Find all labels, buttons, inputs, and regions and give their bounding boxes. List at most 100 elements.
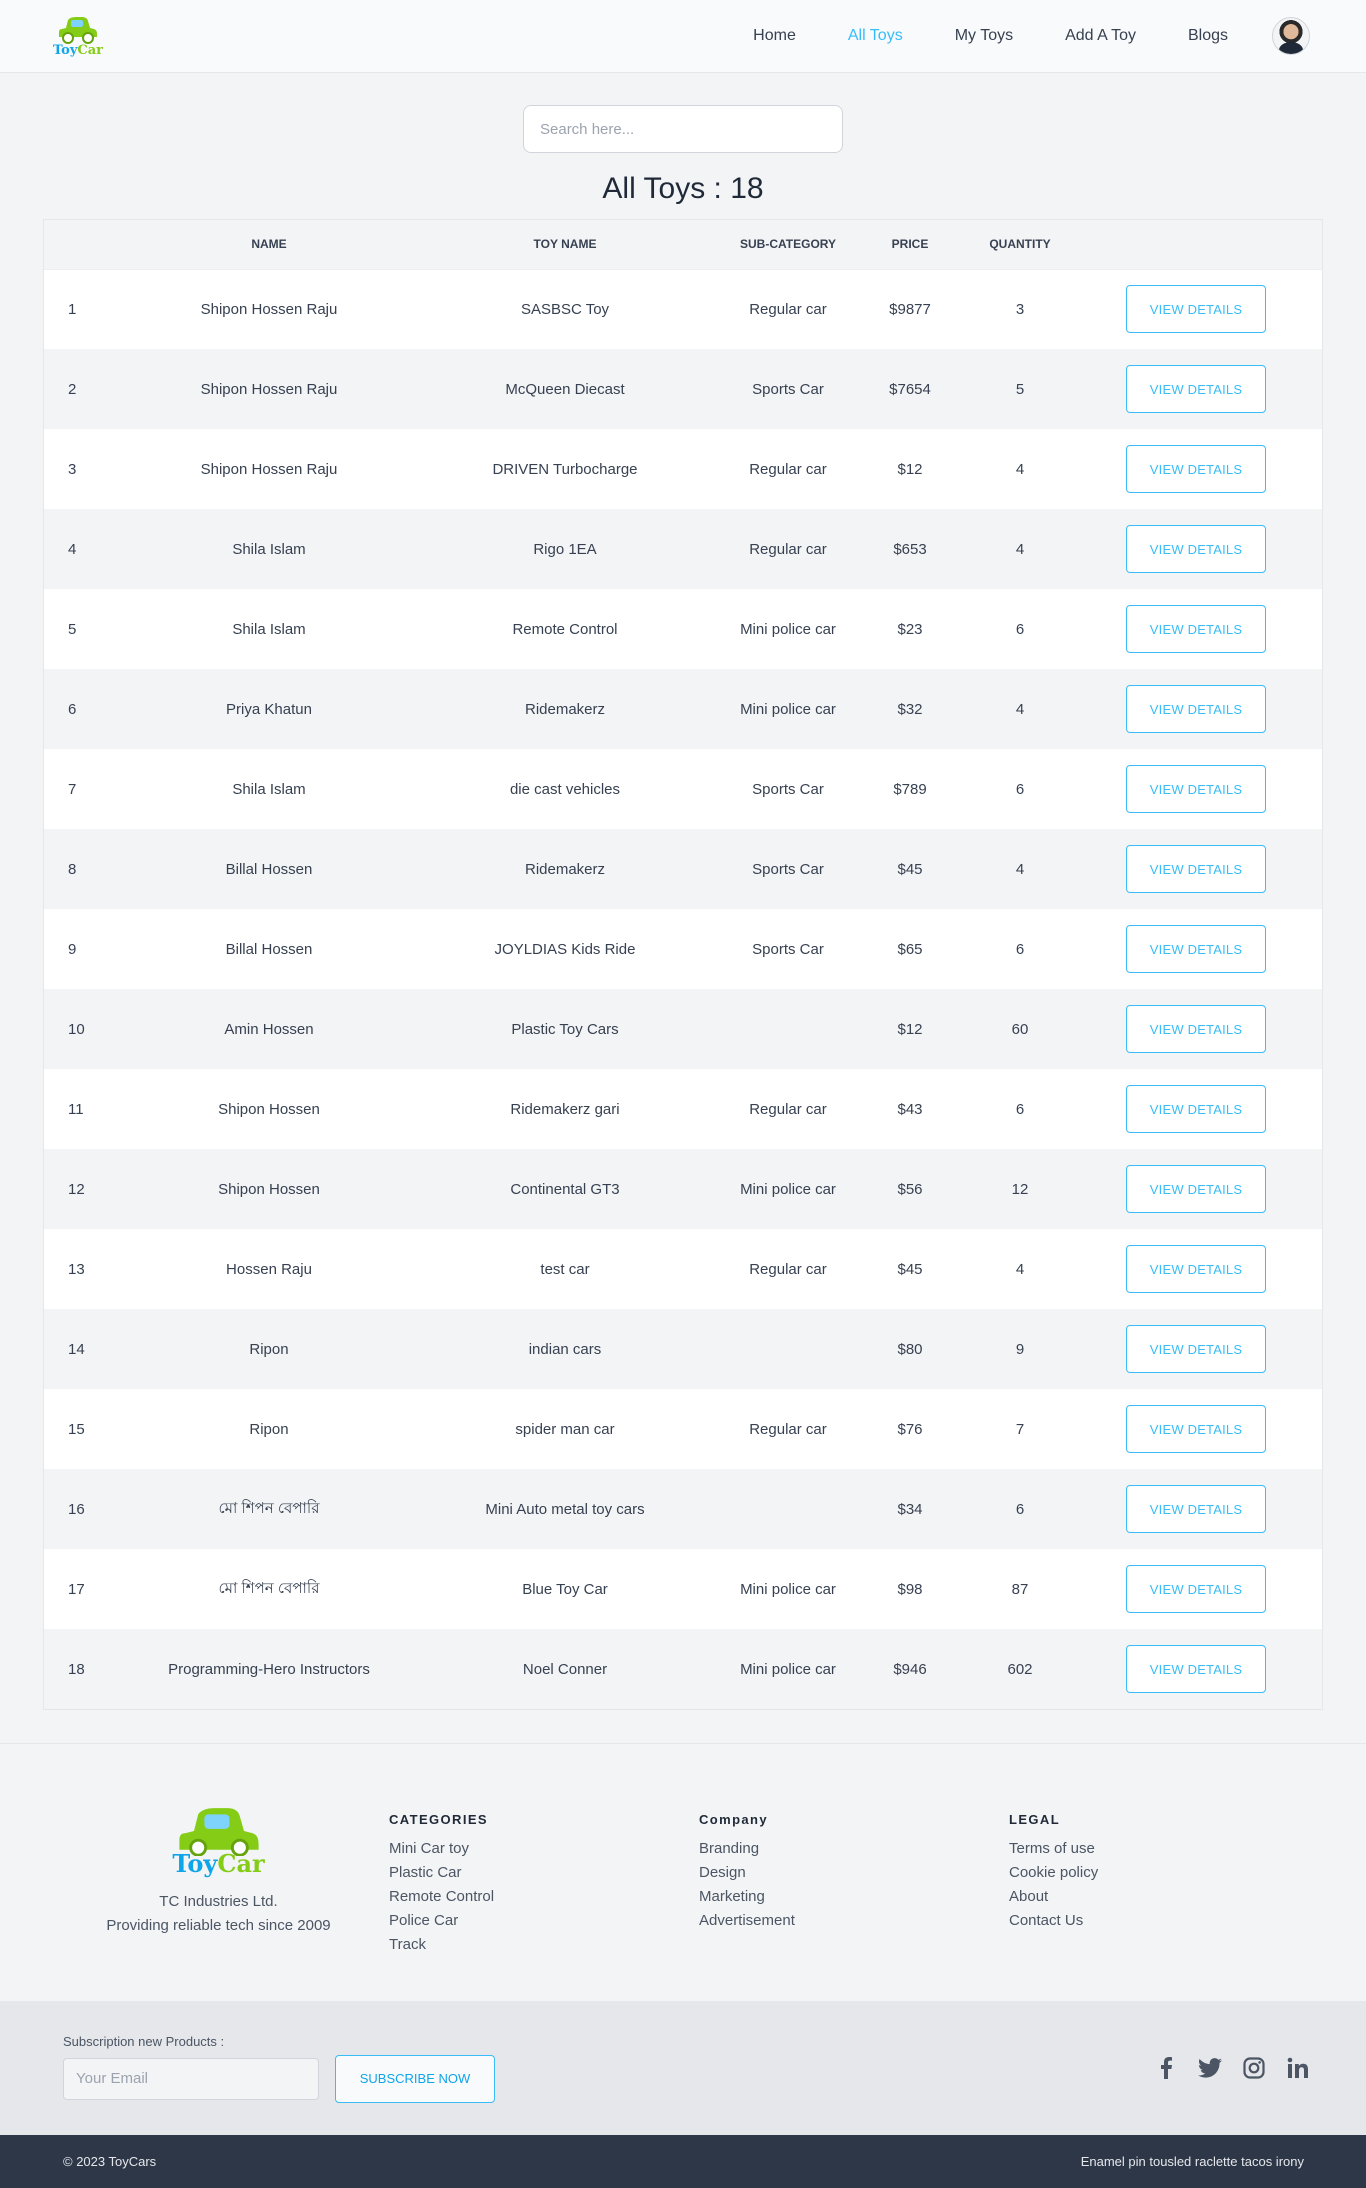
action-cell: VIEW DETAILS <box>1070 589 1322 669</box>
price: $12 <box>897 1020 923 1038</box>
linkedin-icon[interactable] <box>1286 2056 1310 2080</box>
price: $76 <box>897 1420 923 1438</box>
nav-my-toys[interactable]: My Toys <box>955 27 1013 45</box>
table-header: Name Toy Name Sub-Category Price Quantit… <box>44 220 1322 270</box>
view-details-button[interactable]: VIEW DETAILS <box>1126 1165 1266 1213</box>
quantity: 6 <box>1015 1500 1025 1518</box>
action-cell: VIEW DETAILS <box>1070 909 1322 989</box>
nav-all-toys[interactable]: All Toys <box>848 27 903 45</box>
price: $98 <box>897 1580 923 1598</box>
price: $32 <box>897 700 923 718</box>
footer-link[interactable]: Contact Us <box>1009 1909 1319 1933</box>
price: $45 <box>897 860 923 878</box>
nav-links: Home All Toys My Toys Add A Toy Blogs <box>701 17 1310 55</box>
sub-category: Mini police car <box>740 1660 836 1678</box>
footer-logo-text: ToyCar <box>172 1849 265 1878</box>
footer-link[interactable]: Cookie policy <box>1009 1861 1319 1885</box>
logo[interactable]: ToyCar <box>50 16 106 57</box>
row-index: 8 <box>68 860 77 878</box>
view-details-button[interactable]: VIEW DETAILS <box>1126 1325 1266 1373</box>
toy-name: test car <box>540 1260 590 1278</box>
subscribe-label: Subscription new Products : <box>63 2033 225 2049</box>
footer-link[interactable]: Advertisement <box>699 1909 1009 1933</box>
view-details-button[interactable]: VIEW DETAILS <box>1126 445 1266 493</box>
view-details-button[interactable]: VIEW DETAILS <box>1126 525 1266 573</box>
view-details-button[interactable]: VIEW DETAILS <box>1126 1005 1266 1053</box>
toy-name: Ridemakerz <box>524 700 606 718</box>
table-row: 16 মো শিপন বেপারি Mini Auto metal toy cars… <box>44 1469 1322 1549</box>
view-details-button[interactable]: VIEW DETAILS <box>1126 285 1266 334</box>
seller-name: Shipon Hossen <box>218 1180 320 1198</box>
quantity: 4 <box>1015 460 1025 478</box>
user-avatar[interactable] <box>1272 17 1310 55</box>
twitter-icon[interactable] <box>1198 2056 1222 2080</box>
nav-blogs[interactable]: Blogs <box>1188 27 1228 45</box>
view-details-button[interactable]: VIEW DETAILS <box>1126 845 1266 893</box>
footer-link[interactable]: Remote Control <box>389 1885 699 1909</box>
seller-name: Shipon Hossen Raju <box>200 300 338 318</box>
nav-add-a-toy[interactable]: Add A Toy <box>1065 27 1136 45</box>
quantity: 4 <box>1015 1260 1025 1278</box>
footer-link[interactable]: Mini Car toy <box>389 1837 699 1861</box>
row-index: 12 <box>68 1180 85 1198</box>
footer-link[interactable]: Marketing <box>699 1885 1009 1909</box>
action-cell: VIEW DETAILS <box>1070 989 1322 1069</box>
view-details-button[interactable]: VIEW DETAILS <box>1126 1085 1266 1133</box>
instagram-icon[interactable] <box>1242 2056 1266 2080</box>
view-details-button[interactable]: VIEW DETAILS <box>1126 765 1266 813</box>
company-name: TC Industries Ltd. <box>159 1893 278 1910</box>
view-details-button[interactable]: VIEW DETAILS <box>1126 365 1266 413</box>
row-index: 3 <box>68 460 77 478</box>
seller-name: Ripon <box>249 1420 289 1438</box>
footer-link[interactable]: Branding <box>699 1837 1009 1861</box>
sub-category: Regular car <box>749 1100 827 1118</box>
quantity: 602 <box>1007 1660 1033 1678</box>
table-row: 8 Billal Hossen Ridemakerz Sports Car $45 4 VI… <box>44 829 1322 909</box>
price: $65 <box>897 940 923 958</box>
search-input[interactable] <box>523 105 843 153</box>
sub-category: Regular car <box>749 300 827 318</box>
view-details-button[interactable]: VIEW DETAILS <box>1126 1645 1266 1693</box>
action-cell: VIEW DETAILS <box>1070 1309 1322 1389</box>
footer-link[interactable]: Design <box>699 1861 1009 1885</box>
view-details-button[interactable]: VIEW DETAILS <box>1126 1565 1266 1613</box>
view-details-button[interactable]: VIEW DETAILS <box>1126 1485 1266 1533</box>
company-tagline: Providing reliable tech since 2009 <box>106 1917 331 1934</box>
sub-category: Mini police car <box>740 1580 836 1598</box>
table-row: 13 Hossen Raju test car Regular car $45 4 VIEW… <box>44 1229 1322 1309</box>
quantity: 6 <box>1015 620 1025 638</box>
quantity: 12 <box>1011 1180 1029 1198</box>
view-details-button[interactable]: VIEW DETAILS <box>1126 605 1266 653</box>
price: $34 <box>897 1500 923 1518</box>
toy-name: SASBSC Toy <box>520 300 610 318</box>
table-row: 4 Shila Islam Rigo 1EA Regular car $653 4 VIEW… <box>44 509 1322 589</box>
footer-link[interactable]: Terms of use <box>1009 1837 1319 1861</box>
toy-name: indian cars <box>528 1340 602 1358</box>
toys-table: Name Toy Name Sub-Category Price Quantit… <box>44 220 1322 1709</box>
toy-car-icon <box>59 16 97 44</box>
col-header-action <box>1070 220 1322 270</box>
email-input[interactable] <box>63 2057 319 2100</box>
view-details-button[interactable]: VIEW DETAILS <box>1126 685 1266 733</box>
nav-home[interactable]: Home <box>753 27 796 45</box>
price: $12 <box>897 460 923 478</box>
toy-name: Continental GT3 <box>510 1180 620 1198</box>
social-links <box>1134 2056 1310 2080</box>
toy-name: Rigo 1EA <box>533 540 597 558</box>
action-cell: VIEW DETAILS <box>1070 749 1322 829</box>
seller-name: Billal Hossen <box>225 860 313 878</box>
footer-link[interactable]: About <box>1009 1885 1319 1909</box>
facebook-icon[interactable] <box>1154 2056 1178 2080</box>
row-index: 7 <box>68 780 77 798</box>
footer-link[interactable]: Plastic Car <box>389 1861 699 1885</box>
view-details-button[interactable]: VIEW DETAILS <box>1126 925 1266 973</box>
view-details-button[interactable]: VIEW DETAILS <box>1126 1405 1266 1453</box>
toy-name: spider man car <box>515 1420 615 1438</box>
action-cell: VIEW DETAILS <box>1070 429 1322 509</box>
footer-link[interactable]: Police Car <box>389 1909 699 1933</box>
row-index: 2 <box>68 380 77 398</box>
subscribe-button[interactable]: SUBSCRIBE NOW <box>335 2054 495 2103</box>
toy-name: Plastic Toy Cars <box>511 1020 619 1038</box>
footer-link[interactable]: Track <box>389 1933 699 1957</box>
view-details-button[interactable]: VIEW DETAILS <box>1126 1245 1266 1293</box>
